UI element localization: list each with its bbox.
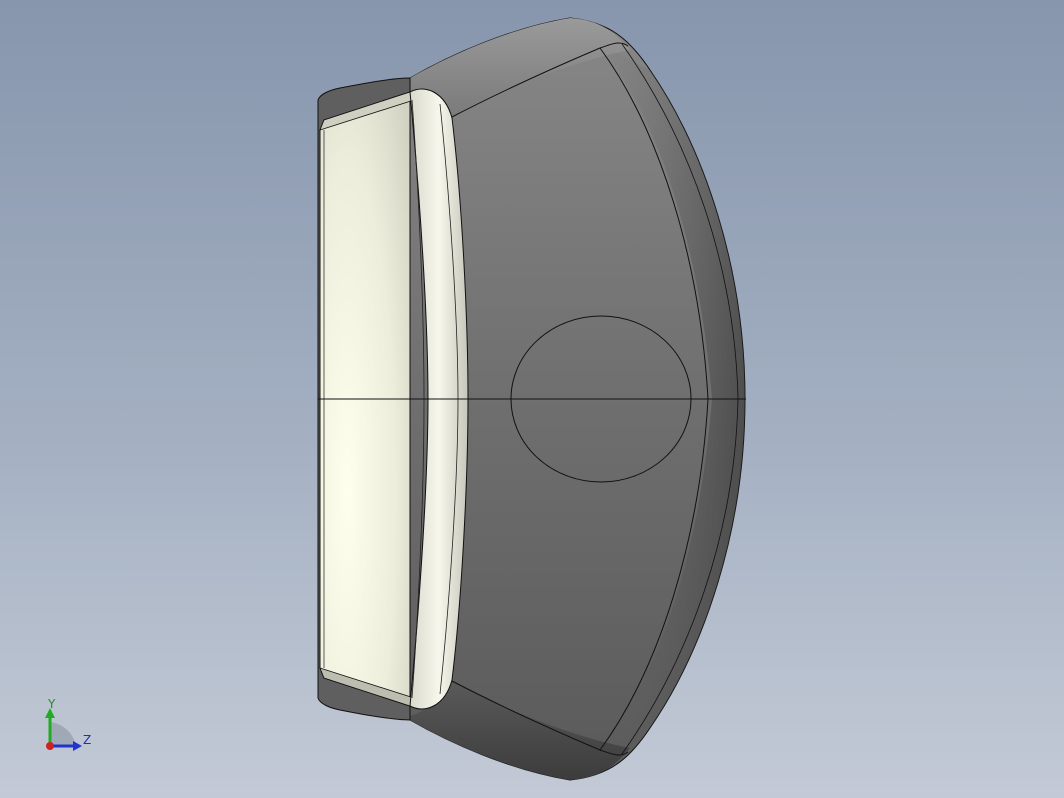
coordinate-triad: Y Z xyxy=(36,696,106,756)
axis-y-label: Y xyxy=(48,697,56,711)
coordinate-axes-icon xyxy=(45,708,82,751)
axis-z-label: Z xyxy=(83,733,92,747)
3d-viewport[interactable]: Y Z xyxy=(0,0,1064,798)
cad-model[interactable] xyxy=(0,0,1064,798)
